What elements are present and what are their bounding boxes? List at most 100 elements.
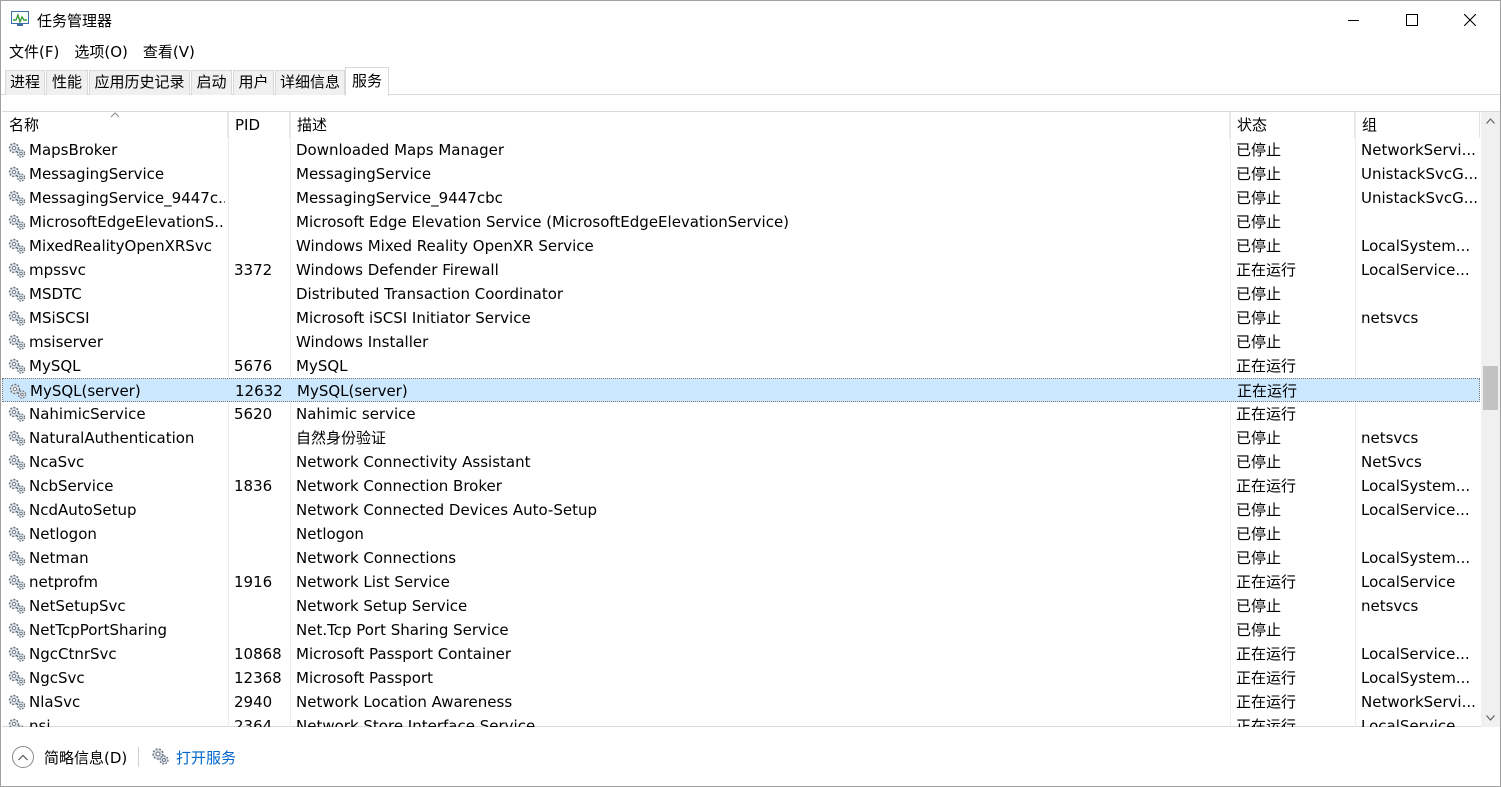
service-row[interactable]: netprofm 1916 Network List Service 正在运行 Loca… <box>2 570 1480 594</box>
service-pid <box>234 618 289 642</box>
service-row[interactable]: Netlogon Netlogon 已停止 <box>2 522 1480 546</box>
service-name: MySQL(server) <box>30 382 141 400</box>
column-pid-label: PID <box>235 116 261 134</box>
less-details-link[interactable]: 简略信息(D) <box>44 747 127 768</box>
service-row[interactable]: MSDTC Distributed Transaction Coordinator… <box>2 282 1480 306</box>
service-row[interactable]: NgcCtnrSvc 10868 Microsoft Passport Contai… <box>2 642 1480 666</box>
maximize-button[interactable] <box>1383 1 1441 39</box>
footer-separator <box>138 747 139 767</box>
tab-performance[interactable]: 性能 <box>46 70 88 95</box>
services-rows: MapsBroker Downloaded Maps Manager 已停止 Netw… <box>2 138 1480 727</box>
service-description: Distributed Transaction Coordinator <box>296 285 564 303</box>
service-group: LocalService... <box>1361 645 1470 663</box>
column-header-pid[interactable]: PID <box>228 112 290 138</box>
service-description: Microsoft iSCSI Initiator Service <box>296 309 531 327</box>
scroll-thumb[interactable] <box>1483 366 1498 410</box>
service-description: Windows Mixed Reality OpenXR Service <box>296 237 594 255</box>
service-row[interactable]: NgcSvc 12368 Microsoft Passport 正在运行 LocalSy… <box>2 666 1480 690</box>
service-name: Netlogon <box>29 525 97 543</box>
column-header-description[interactable]: 描述 <box>290 112 1230 138</box>
service-row[interactable]: msiserver Windows Installer 已停止 <box>2 330 1480 354</box>
service-group: UnistackSvcG... <box>1361 189 1477 207</box>
service-row[interactable]: NahimicService 5620 Nahimic service 正在运行 <box>2 402 1480 426</box>
service-group <box>1361 522 1477 546</box>
service-pid: 3372 <box>234 261 273 279</box>
service-pid <box>234 450 289 474</box>
service-group: LocalSystem... <box>1361 237 1471 255</box>
service-name: MessagingService_9447c... <box>29 189 225 207</box>
service-pid <box>234 282 289 306</box>
tab-processes[interactable]: 进程 <box>5 70 45 95</box>
service-row[interactable]: NetTcpPortSharing Net.Tcp Port Sharing Se… <box>2 618 1480 642</box>
tab-app-history[interactable]: 应用历史记录 <box>89 70 190 95</box>
close-button[interactable] <box>1441 1 1499 39</box>
service-gear-icon <box>8 694 26 710</box>
service-description: MessagingService_9447cbc <box>296 189 503 207</box>
column-header-status[interactable]: 状态 <box>1230 112 1355 138</box>
table-header: 名称 PID 描述 状态 组 <box>2 112 1480 138</box>
service-group: LocalService... <box>1361 501 1470 519</box>
window-title: 任务管理器 <box>37 12 113 30</box>
service-status: 已停止 <box>1236 597 1282 615</box>
task-manager-icon <box>11 11 29 27</box>
service-row[interactable]: MixedRealityOpenXRSvc Windows Mixed Reali… <box>2 234 1480 258</box>
service-group <box>1361 402 1477 426</box>
service-gear-icon <box>8 286 26 302</box>
service-row[interactable]: MSiSCSI Microsoft iSCSI Initiator Service… <box>2 306 1480 330</box>
scroll-up-button[interactable] <box>1481 112 1500 130</box>
service-group: netsvcs <box>1361 597 1419 615</box>
service-row[interactable]: NlaSvc 2940 Network Location Awareness 正在运行… <box>2 690 1480 714</box>
service-gear-icon <box>8 406 26 422</box>
service-row[interactable]: NetSetupSvc Network Setup Service 已停止 netsv… <box>2 594 1480 618</box>
tab-users[interactable]: 用户 <box>233 70 274 95</box>
menu-view[interactable]: 查看(V) <box>135 39 202 63</box>
service-group: netsvcs <box>1361 429 1419 447</box>
vertical-scrollbar[interactable] <box>1481 112 1500 727</box>
service-row[interactable]: MicrosoftEdgeElevationS... Microsoft Edge… <box>2 210 1480 234</box>
service-row[interactable]: MySQL(server) 12632 MySQL(server) 正在运行 <box>2 378 1480 402</box>
service-row[interactable]: MapsBroker Downloaded Maps Manager 已停止 Netw… <box>2 138 1480 162</box>
service-status: 已停止 <box>1236 453 1282 471</box>
tab-startup[interactable]: 启动 <box>191 70 232 95</box>
service-row[interactable]: Netman Network Connections 已停止 LocalSystem.… <box>2 546 1480 570</box>
service-gear-icon <box>8 262 26 278</box>
service-name: NgcSvc <box>29 669 85 687</box>
service-row[interactable]: NcaSvc Network Connectivity Assistant 已停止 N… <box>2 450 1480 474</box>
service-pid: 2364 <box>234 717 273 727</box>
service-name: MapsBroker <box>29 141 118 159</box>
service-row[interactable]: NcdAutoSetup Network Connected Devices Au… <box>2 498 1480 522</box>
less-details-toggle[interactable] <box>12 746 34 768</box>
service-description: Netlogon <box>296 525 364 543</box>
service-row[interactable]: nsi 2364 Network Store Interface Service 正在… <box>2 714 1480 727</box>
service-row[interactable]: MySQL 5676 MySQL 正在运行 <box>2 354 1480 378</box>
service-row[interactable]: NaturalAuthentication 自然身份验证 已停止 netsvcs <box>2 426 1480 450</box>
service-pid <box>234 426 289 450</box>
service-row[interactable]: MessagingService_9447c... MessagingServic… <box>2 186 1480 210</box>
scroll-down-button[interactable] <box>1481 709 1500 727</box>
minimize-button[interactable] <box>1325 1 1383 39</box>
service-gear-icon <box>8 166 26 182</box>
service-status: 正在运行 <box>1237 382 1298 400</box>
service-status: 已停止 <box>1236 141 1282 159</box>
service-description: Network Store Interface Service <box>296 717 536 727</box>
service-row[interactable]: NcbService 1836 Network Connection Broker 正… <box>2 474 1480 498</box>
column-header-group[interactable]: 组 <box>1355 112 1480 138</box>
menu-options[interactable]: 选项(O) <box>66 39 135 63</box>
service-row[interactable]: MessagingService MessagingService 已停止 Unist… <box>2 162 1480 186</box>
service-group: LocalService <box>1361 573 1456 591</box>
service-name: NahimicService <box>29 405 146 423</box>
column-header-name[interactable]: 名称 <box>2 112 228 138</box>
tab-services[interactable]: 服务 <box>345 67 389 96</box>
service-group: netsvcs <box>1361 309 1419 327</box>
service-name: netprofm <box>29 573 99 591</box>
service-pid <box>234 498 289 522</box>
service-group: LocalService... <box>1361 717 1470 727</box>
tab-details[interactable]: 详细信息 <box>275 70 345 95</box>
service-row[interactable]: mpssvc 3372 Windows Defender Firewall 正在运行 L… <box>2 258 1480 282</box>
chevron-up-icon <box>18 754 28 760</box>
service-status: 已停止 <box>1236 549 1282 567</box>
column-name-label: 名称 <box>9 116 40 134</box>
open-services-link[interactable]: 打开服务 <box>176 747 236 768</box>
menu-file[interactable]: 文件(F) <box>1 39 66 63</box>
service-group <box>1361 354 1477 378</box>
